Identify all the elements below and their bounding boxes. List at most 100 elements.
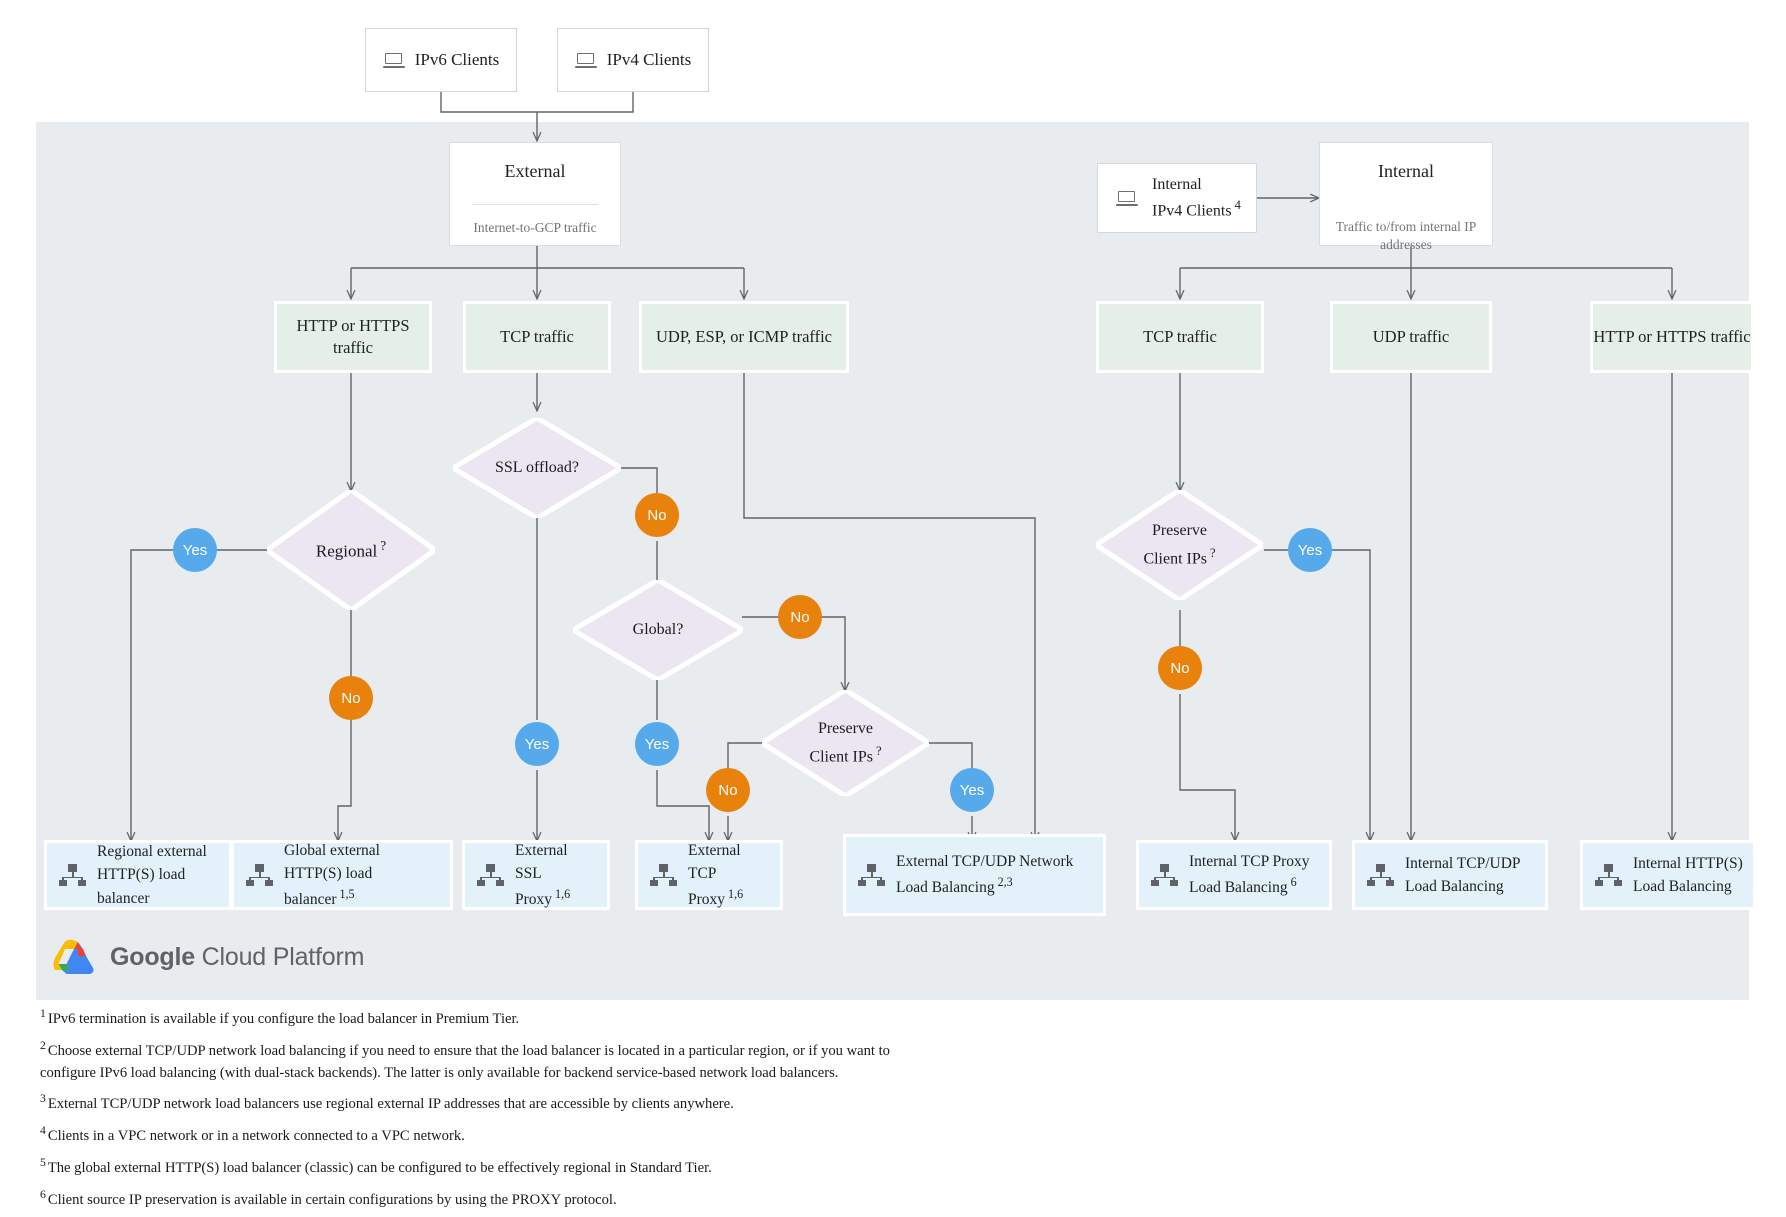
- load-balancer-icon: [650, 864, 677, 886]
- load-balancer-icon: [246, 864, 273, 886]
- load-balancer-icon: [1595, 864, 1622, 886]
- badge-label: No: [790, 608, 810, 626]
- badge-ssl-offload-yes[interactable]: Yes: [515, 722, 559, 766]
- node-traffic-ext-http[interactable]: HTTP or HTTPS traffic: [274, 301, 432, 373]
- decision-global[interactable]: Global?: [573, 580, 743, 680]
- badge-label: No: [341, 689, 361, 707]
- node-external-scope[interactable]: External Internet-to-GCP traffic: [449, 142, 621, 246]
- badge-preserve-ext-yes[interactable]: Yes: [950, 768, 994, 812]
- decision-ssl-offload[interactable]: SSL offload?: [453, 418, 621, 518]
- scope-subtitle: Internet-to-GCP traffic: [473, 220, 597, 235]
- node-traffic-int-tcp[interactable]: TCP traffic: [1096, 301, 1264, 373]
- result-regional-external-https[interactable]: Regional external HTTP(S) load balancer: [44, 840, 232, 910]
- laptop-icon: [574, 52, 597, 68]
- footnote-item: 6 Client source IP preservation is availa…: [40, 1186, 1040, 1212]
- footnote-item: 1 IPv6 termination is available if you co…: [40, 1005, 1040, 1031]
- badge-global-yes[interactable]: Yes: [635, 722, 679, 766]
- badge-label: Yes: [1297, 541, 1323, 559]
- result-label: Internal TCP/UDP Load Balancing: [1405, 854, 1520, 895]
- result-internal-https-lb[interactable]: Internal HTTP(S) Load Balancing: [1580, 840, 1756, 910]
- decision-label: Preserve Client IPs?: [1096, 490, 1263, 600]
- footnote-ref: 4: [1234, 198, 1241, 213]
- google-cloud-icon: [53, 939, 94, 974]
- badge-preserve-int-yes[interactable]: Yes: [1288, 528, 1332, 572]
- footnote-ref: 1,6: [728, 887, 744, 902]
- decision-regional[interactable]: Regional?: [267, 490, 435, 610]
- footnote-text: Client source IP preservation is availab…: [47, 1191, 617, 1208]
- result-label: Internal HTTP(S) Load Balancing: [1633, 854, 1743, 895]
- footnote-number: 1: [40, 1007, 46, 1020]
- badge-label: Yes: [644, 735, 670, 753]
- preserve-label-text: Preserve Client IPs?: [809, 720, 882, 766]
- badge-label: Yes: [524, 735, 550, 753]
- decision-preserve-client-ips-external[interactable]: Preserve Client IPs?: [762, 690, 929, 796]
- google-cloud-platform-logo: Google Cloud Platform: [52, 938, 364, 976]
- badge-preserve-ext-no[interactable]: No: [706, 768, 750, 812]
- node-label: IPv4 Clients: [606, 50, 692, 69]
- footnote-text: Clients in a VPC network or in a network…: [47, 1128, 465, 1144]
- footnote-ref: 6: [1290, 875, 1297, 890]
- result-internal-tcp-udp-lb[interactable]: Internal TCP/UDP Load Balancing: [1352, 840, 1548, 910]
- badge-preserve-int-no[interactable]: No: [1158, 646, 1202, 690]
- result-external-ssl-proxy[interactable]: External SSL Proxy 1,6: [462, 840, 610, 910]
- decision-label: Global?: [632, 621, 684, 639]
- load-balancer-icon: [858, 864, 885, 886]
- result-label: Regional external HTTP(S) load balancer: [97, 843, 207, 907]
- node-traffic-ext-udp[interactable]: UDP, ESP, or ICMP traffic: [639, 301, 849, 373]
- footnote-text: External TCP/UDP network load balancers …: [47, 1096, 734, 1113]
- badge-regional-no[interactable]: No: [329, 676, 373, 720]
- badge-label: No: [647, 506, 667, 524]
- footnote-ref: 2,3: [997, 875, 1013, 890]
- footnote-item: 4 Clients in a VPC network or in a networ…: [40, 1122, 1040, 1148]
- node-traffic-ext-tcp[interactable]: TCP traffic: [463, 301, 611, 373]
- decision-label: SSL offload?: [495, 459, 579, 477]
- footnote-item: 5 The global external HTTP(S) load balanc…: [40, 1154, 1040, 1180]
- badge-ssl-offload-no[interactable]: No: [635, 493, 679, 537]
- footnote-number: 3: [40, 1092, 46, 1106]
- node-label: UDP, ESP, or ICMP traffic: [655, 326, 832, 346]
- result-global-external-https[interactable]: Global external HTTP(S) load balancer 1,5: [231, 840, 453, 910]
- result-label: External TCP/UDP Network Load Balancing 2…: [896, 853, 1074, 897]
- load-balancer-icon: [59, 864, 86, 886]
- result-internal-tcp-proxy[interactable]: Internal TCP Proxy Load Balancing 6: [1136, 840, 1332, 910]
- badge-regional-yes[interactable]: Yes: [173, 528, 217, 572]
- footnote-number: 2: [40, 1038, 46, 1052]
- load-balancer-icon: [1151, 864, 1178, 886]
- node-ipv4-clients[interactable]: IPv4 Clients: [557, 28, 709, 92]
- badge-label: No: [1170, 659, 1190, 677]
- node-label: HTTP or HTTPS traffic: [296, 315, 410, 357]
- footnote-number: 5: [40, 1155, 46, 1169]
- scope-title: External: [504, 161, 566, 181]
- result-external-tcp-udp-nlb[interactable]: External TCP/UDP Network Load Balancing 2…: [843, 834, 1106, 916]
- load-balancer-icon: [477, 864, 504, 886]
- result-label: External SSL Proxy 1,6: [515, 841, 571, 909]
- footnote-text: IPv6 termination is available if you con…: [47, 1010, 520, 1027]
- node-internal-ipv4-clients[interactable]: Internal IPv4 Clients 4: [1097, 163, 1257, 233]
- footnote-number: 4: [40, 1124, 46, 1138]
- node-label: IPv6 Clients: [414, 50, 500, 69]
- node-traffic-int-http[interactable]: HTTP or HTTPS traffic: [1590, 301, 1754, 373]
- laptop-icon: [1116, 190, 1138, 206]
- result-label: Global external HTTP(S) load balancer 1,5: [284, 841, 380, 909]
- decision-preserve-client-ips-internal[interactable]: Preserve Client IPs?: [1096, 490, 1263, 600]
- divider: [472, 204, 598, 205]
- scope-subtitle: Traffic to/from internal IP addresses: [1335, 219, 1477, 253]
- node-label: HTTP or HTTPS traffic: [1593, 326, 1751, 346]
- badge-label: Yes: [959, 781, 985, 799]
- decision-label: Preserve Client IPs?: [762, 690, 929, 796]
- result-external-tcp-proxy[interactable]: External TCP Proxy 1,6: [635, 840, 783, 910]
- node-label: TCP traffic: [500, 326, 574, 346]
- node-internal-scope[interactable]: Internal Traffic to/from internal IP add…: [1319, 142, 1493, 252]
- badge-label: No: [718, 781, 738, 799]
- node-traffic-int-udp[interactable]: UDP traffic: [1330, 301, 1492, 373]
- scope-title: Internal: [1378, 161, 1434, 181]
- footnote-item: 3 External TCP/UDP network load balancers…: [40, 1090, 1040, 1116]
- badge-label: Yes: [182, 541, 208, 559]
- badge-global-no[interactable]: No: [778, 595, 822, 639]
- decision-label: Regional?: [315, 538, 387, 561]
- node-ipv6-clients[interactable]: IPv6 Clients: [365, 28, 517, 92]
- diagram-canvas: IPv6 Clients IPv4 Clients External Inter…: [0, 0, 1786, 1208]
- footnote-text: The global external HTTP(S) load balance…: [47, 1159, 712, 1176]
- logo-text: Google Cloud Platform: [110, 942, 365, 971]
- footnotes-list: 1 IPv6 termination is available if you co…: [40, 1005, 1040, 1217]
